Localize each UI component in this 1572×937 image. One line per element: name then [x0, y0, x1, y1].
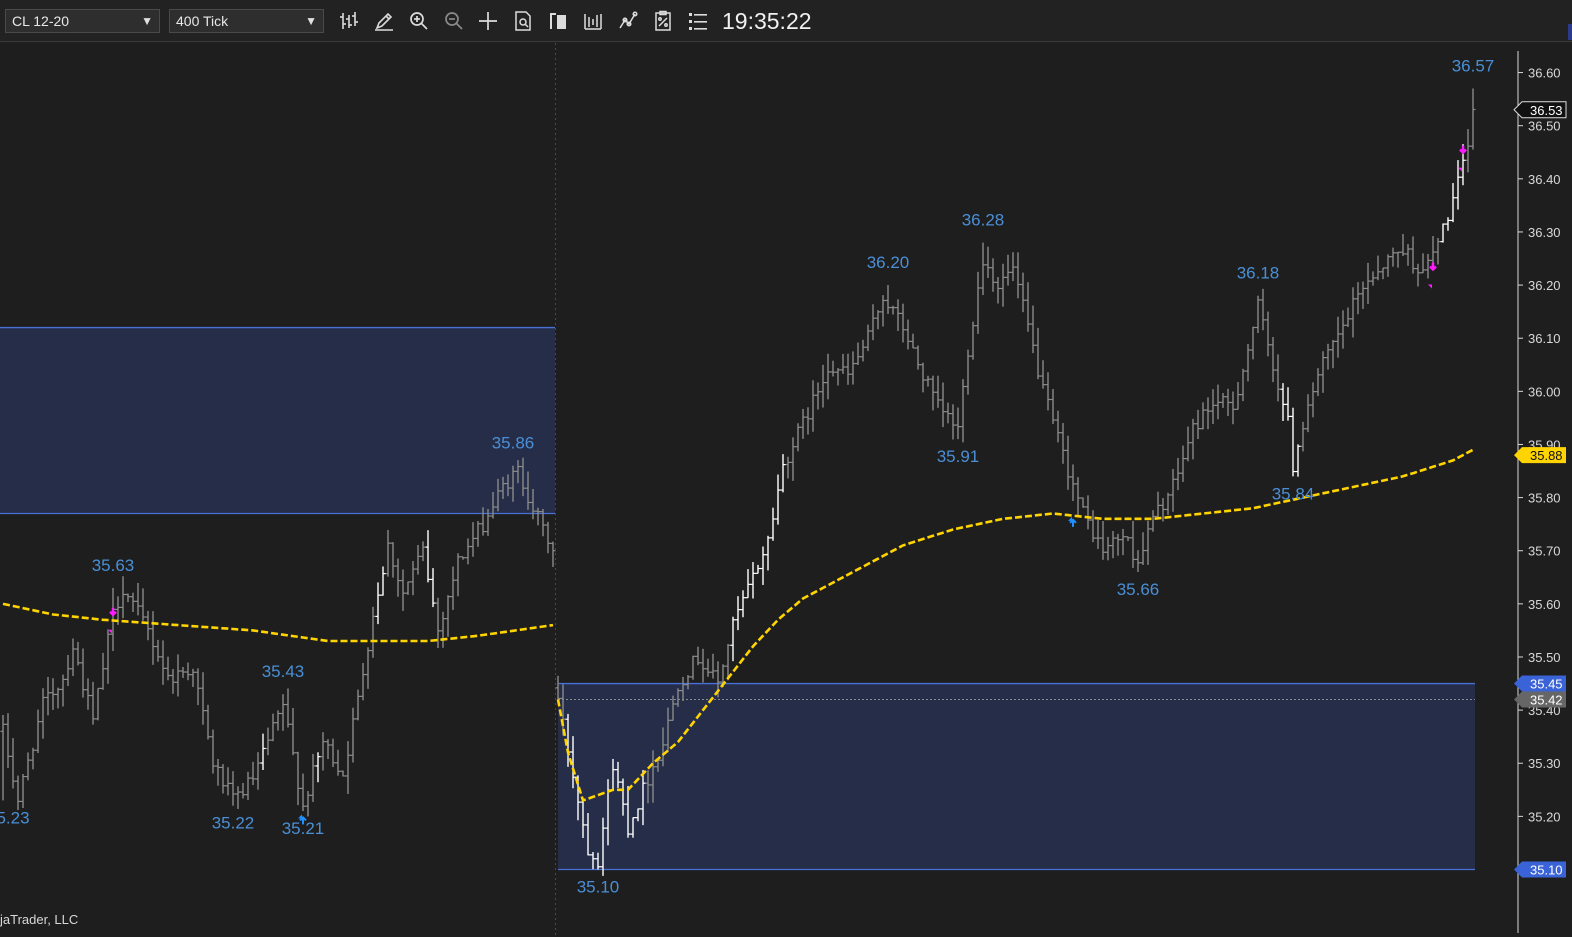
swing-price-label: 5.23	[0, 808, 30, 827]
price-badge-label: 35.88	[1530, 448, 1563, 463]
swing-price-label: 35.22	[212, 814, 255, 833]
instrument-value: CL 12-20	[12, 13, 70, 29]
price-badge-label: 35.42	[1530, 692, 1563, 707]
crosshair-icon[interactable]	[475, 8, 501, 34]
price-axis-label: 36.20	[1528, 278, 1561, 293]
price-axis-label: 36.00	[1528, 384, 1561, 399]
swing-price-label: 36.20	[867, 253, 910, 272]
price-axis-label: 36.30	[1528, 225, 1561, 240]
strategies-icon[interactable]	[580, 8, 606, 34]
properties-icon[interactable]	[685, 8, 711, 34]
panel-edge-marker	[1568, 24, 1572, 40]
instrument-selector[interactable]: CL 12-20 ▼	[5, 9, 160, 33]
price-badge-label: 35.45	[1530, 677, 1563, 692]
price-axis-label: 36.60	[1528, 66, 1561, 81]
interval-selector[interactable]: 400 Tick ▼	[169, 9, 324, 33]
chevron-down-icon: ▼	[305, 14, 317, 28]
data-box-icon[interactable]	[510, 8, 536, 34]
swing-price-label: 35.21	[282, 819, 325, 838]
price-axis-label: 35.30	[1528, 756, 1561, 771]
draw-pencil-icon[interactable]	[371, 8, 397, 34]
swing-price-label: 35.66	[1117, 580, 1160, 599]
swing-price-label: 36.57	[1452, 57, 1495, 76]
bar-type-icon[interactable]	[336, 8, 362, 34]
swing-price-label: 35.84	[1272, 484, 1315, 503]
chart-panel[interactable]: 5.23 35.63 35.22 35.43 35.21 35.86 35.10 36.20 3…	[0, 43, 1572, 937]
price-axis-label: 35.50	[1528, 650, 1561, 665]
price-chart[interactable]: 5.23 35.63 35.22 35.43 35.21 35.86 35.10 36.20 3…	[0, 43, 1572, 937]
price-axis-label: 35.60	[1528, 597, 1561, 612]
swing-price-label: 35.43	[262, 662, 305, 681]
zoom-out-icon[interactable]	[441, 8, 467, 34]
supply-demand-zone	[558, 683, 1475, 870]
price-badge-label: 36.53	[1530, 103, 1563, 118]
swing-price-label: 35.63	[92, 556, 135, 575]
price-axis-label: 35.80	[1528, 491, 1561, 506]
swing-price-label: 35.10	[577, 877, 620, 896]
chart-trader-icon[interactable]	[545, 8, 571, 34]
price-axis-label: 36.10	[1528, 331, 1561, 346]
chart-toolbar: CL 12-20 ▼ 400 Tick ▼ 19:35:22	[0, 0, 1572, 42]
interval-value: 400 Tick	[176, 13, 229, 29]
swing-price-label: 35.91	[937, 447, 980, 466]
copyright-text: jaTrader, LLC	[0, 912, 79, 927]
indicators-icon[interactable]	[615, 8, 641, 34]
price-axis-label: 35.70	[1528, 544, 1561, 559]
swing-price-label: 35.86	[492, 434, 535, 453]
swing-price-label: 36.28	[962, 211, 1005, 230]
clock-display: 19:35:22	[722, 8, 812, 34]
price-axis-label: 36.40	[1528, 172, 1561, 187]
price-axis-label: 36.50	[1528, 119, 1561, 134]
templates-icon[interactable]	[650, 8, 676, 34]
price-axis-label: 35.20	[1528, 809, 1561, 824]
price-badge-label: 35.10	[1530, 862, 1563, 877]
swing-price-label: 36.18	[1237, 264, 1280, 283]
supply-demand-zone	[0, 327, 555, 514]
zoom-in-icon[interactable]	[406, 8, 432, 34]
chevron-down-icon: ▼	[141, 14, 153, 28]
